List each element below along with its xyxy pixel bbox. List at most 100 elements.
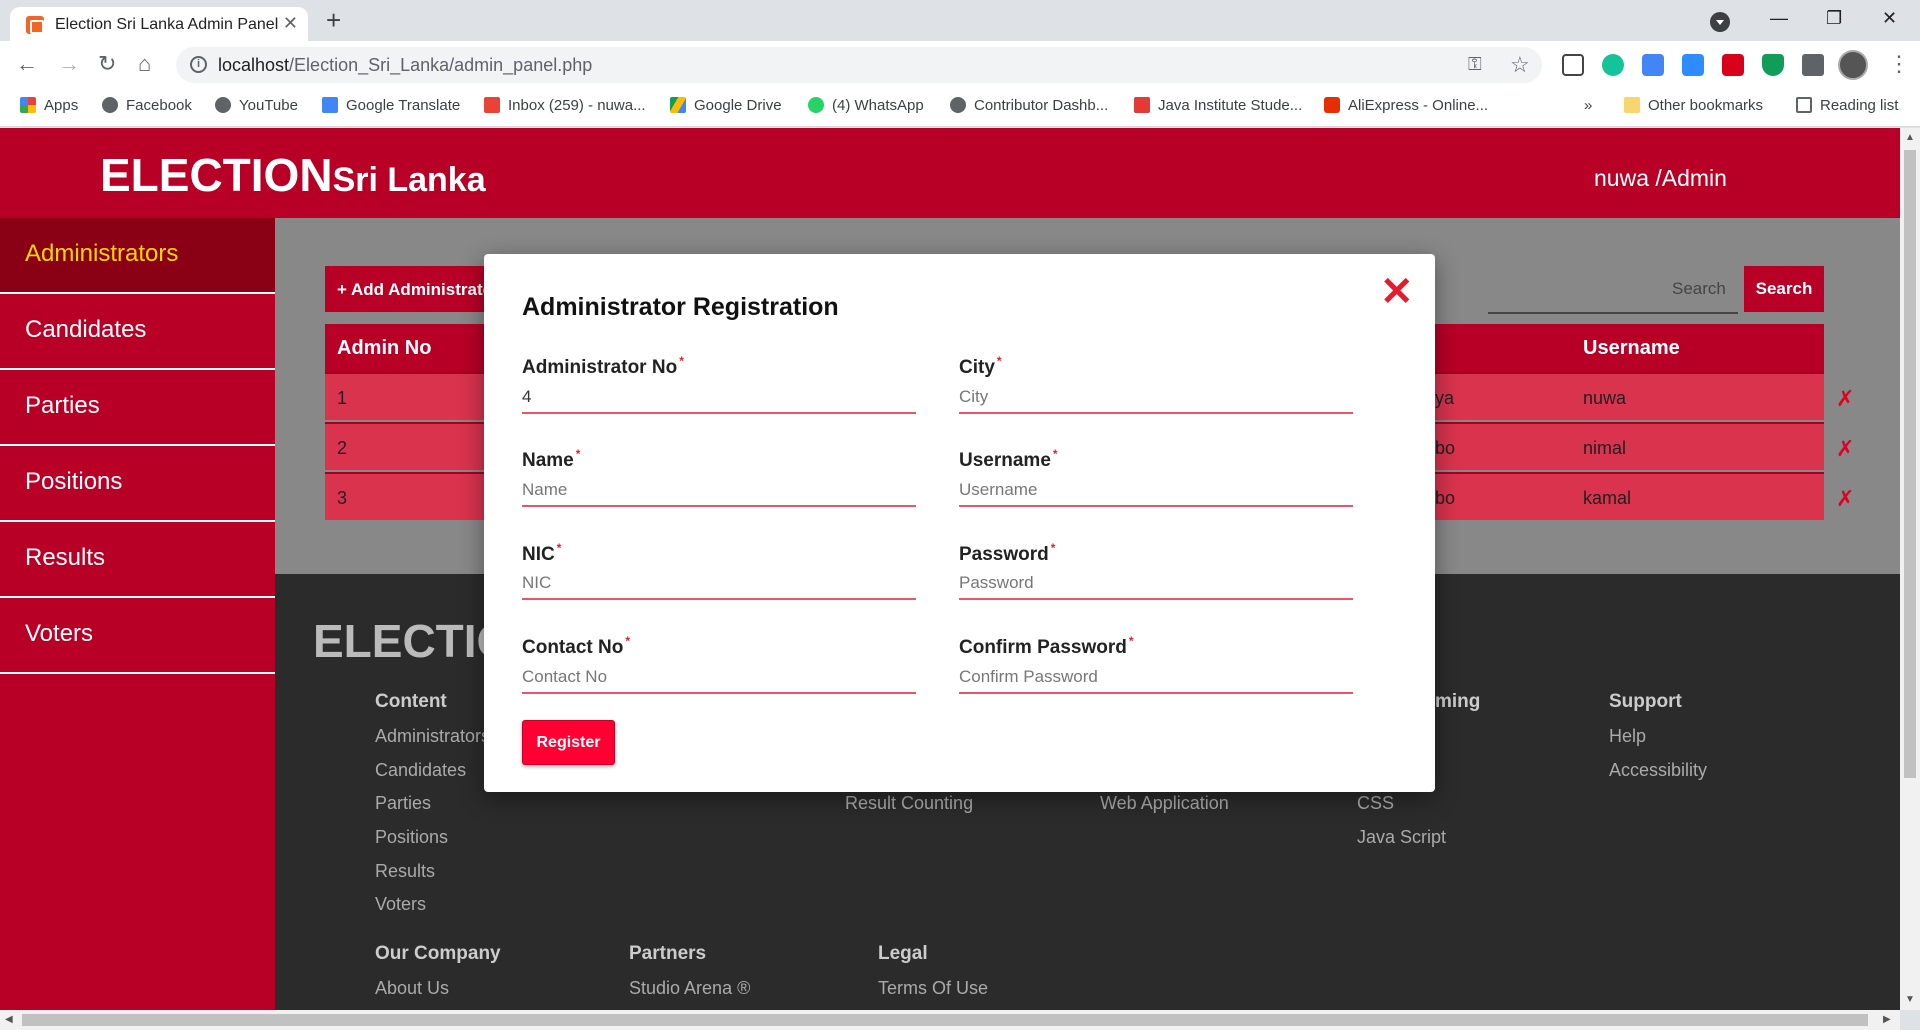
footer-link[interactable]: Studio Arena ® xyxy=(629,978,750,999)
bookmarks-bar: Apps Facebook YouTube Google Translate I… xyxy=(0,89,1920,127)
xampp-favicon-icon xyxy=(26,16,44,34)
drive-icon xyxy=(670,97,686,113)
contact-input[interactable] xyxy=(522,662,916,694)
footer-link[interactable]: Positions xyxy=(375,827,448,848)
bookmark-whatsapp[interactable]: (4) WhatsApp xyxy=(808,97,924,114)
scroll-right-icon[interactable]: ▶ xyxy=(1883,1014,1891,1025)
password-input[interactable] xyxy=(959,568,1353,600)
bookmark-java-institute[interactable]: Java Institute Stude... xyxy=(1134,97,1302,114)
java-icon xyxy=(1134,97,1150,113)
username-input[interactable] xyxy=(959,475,1353,507)
footer-link[interactable]: Candidates xyxy=(375,760,466,781)
label-text: NIC xyxy=(522,544,555,565)
reader-extension-icon[interactable] xyxy=(1562,54,1584,76)
horizontal-scroll-thumb[interactable] xyxy=(22,1014,1868,1026)
tab-search-icon[interactable] xyxy=(1710,12,1730,32)
admin-registration-modal: Administrator Registration ✕ Administrat… xyxy=(484,254,1435,792)
vertical-scroll-thumb[interactable] xyxy=(1904,150,1916,778)
puzzle-extensions-icon[interactable] xyxy=(1802,54,1824,76)
footer-link[interactable]: CSS xyxy=(1357,793,1394,814)
sidebar-item-positions[interactable]: Positions xyxy=(0,446,275,522)
whatsapp-icon xyxy=(808,97,824,113)
back-icon[interactable]: ← xyxy=(16,51,38,77)
sidebar-item-results[interactable]: Results xyxy=(0,522,275,598)
delete-row-icon[interactable]: ✗ xyxy=(1836,386,1854,412)
delete-row-icon[interactable]: ✗ xyxy=(1836,436,1854,462)
name-label: Name * xyxy=(522,447,580,472)
footer-link[interactable]: Terms Of Use xyxy=(878,978,988,999)
footer-link[interactable]: Results xyxy=(375,861,435,882)
required-mark: * xyxy=(575,447,581,461)
translate-extension-icon[interactable] xyxy=(1642,54,1664,76)
bookmark-inbox[interactable]: Inbox (259) - nuwa... xyxy=(484,97,646,114)
city-input[interactable] xyxy=(959,382,1353,414)
menu-kebab-icon[interactable]: ⋮ xyxy=(1888,51,1910,77)
footer-link[interactable]: Accessibility xyxy=(1609,760,1707,781)
new-tab-icon[interactable]: + xyxy=(326,7,341,33)
search-input[interactable] xyxy=(1488,312,1738,314)
bookmark-star-icon[interactable]: ☆ xyxy=(1510,52,1530,78)
sidebar-item-voters[interactable]: Voters xyxy=(0,598,275,674)
reload-icon[interactable]: ↻ xyxy=(98,51,116,77)
confirm-password-input[interactable] xyxy=(959,662,1353,694)
bookmark-aliexpress[interactable]: AliExpress - Online... xyxy=(1324,97,1488,114)
zoom-extension-icon[interactable] xyxy=(1682,54,1704,76)
nic-input[interactable] xyxy=(522,568,916,600)
footer-link[interactable]: Web Application xyxy=(1100,793,1229,814)
vertical-scrollbar[interactable]: ▲ ▼ xyxy=(1900,128,1920,1010)
bookmark-contributor[interactable]: Contributor Dashb... xyxy=(950,97,1108,114)
required-mark: * xyxy=(625,634,630,648)
minimize-icon[interactable]: — xyxy=(1770,8,1788,29)
bookmark-label: Contributor Dashb... xyxy=(974,97,1109,114)
bookmark-google-drive[interactable]: Google Drive xyxy=(670,97,782,114)
search-button[interactable]: Search xyxy=(1744,266,1824,312)
shield-extension-icon[interactable] xyxy=(1762,54,1784,76)
sidebar-item-candidates[interactable]: Candidates xyxy=(0,294,275,370)
forward-icon[interactable]: → xyxy=(58,51,80,77)
restore-icon[interactable]: ❐ xyxy=(1826,8,1842,29)
other-bookmarks[interactable]: Other bookmarks xyxy=(1624,97,1763,114)
address-bar[interactable]: i localhost/Election_Sri_Lanka/admin_pan… xyxy=(176,47,1542,83)
browser-tab[interactable]: Election Sri Lanka Admin Panel ✕ xyxy=(10,7,308,41)
admin-no-input[interactable] xyxy=(522,382,916,414)
bookmark-apps[interactable]: Apps xyxy=(20,97,78,114)
bookmark-google-translate[interactable]: Google Translate xyxy=(322,97,460,114)
bookmark-facebook[interactable]: Facebook xyxy=(102,97,192,114)
label-text: Name xyxy=(522,450,574,471)
sidebar-item-parties[interactable]: Parties xyxy=(0,370,275,446)
grammarly-extension-icon[interactable] xyxy=(1602,54,1624,76)
footer-link[interactable]: Help xyxy=(1609,726,1646,747)
name-input[interactable] xyxy=(522,475,916,507)
tab-close-icon[interactable]: ✕ xyxy=(283,13,298,34)
gmail-icon xyxy=(484,97,500,113)
modal-close-icon[interactable]: ✕ xyxy=(1380,272,1414,312)
site-header: ELECTIONSri Lanka nuwa /Admin xyxy=(0,128,1900,218)
footer-link[interactable]: Result Counting xyxy=(845,793,973,814)
footer-link[interactable]: About Us xyxy=(375,978,449,999)
sidebar-item-administrators[interactable]: Administrators xyxy=(0,218,275,294)
footer-link[interactable]: Administrators xyxy=(375,726,490,747)
footer-link[interactable]: Parties xyxy=(375,793,431,814)
profile-avatar[interactable] xyxy=(1838,50,1868,80)
home-icon[interactable]: ⌂ xyxy=(138,51,151,77)
footer-link[interactable]: Java Script xyxy=(1357,827,1446,848)
footer-partners-heading: Partners xyxy=(629,943,707,964)
horizontal-scrollbar[interactable]: ◀ ▶ xyxy=(0,1010,1900,1030)
scroll-up-icon[interactable]: ▲ xyxy=(1905,132,1915,143)
footer-link[interactable]: Voters xyxy=(375,894,426,915)
reading-list[interactable]: Reading list xyxy=(1796,97,1898,114)
scroll-left-icon[interactable]: ◀ xyxy=(5,1014,13,1025)
bookmark-label: Google Drive xyxy=(694,97,782,114)
bookmark-youtube[interactable]: YouTube xyxy=(215,97,298,114)
register-button[interactable]: Register xyxy=(522,720,615,765)
bookmark-label: AliExpress - Online... xyxy=(1348,97,1489,114)
key-icon[interactable]: ⚿ xyxy=(1468,54,1482,75)
window-close-icon[interactable]: ✕ xyxy=(1882,8,1897,29)
nic-label: NIC * xyxy=(522,541,561,566)
delete-row-icon[interactable]: ✗ xyxy=(1836,486,1854,512)
pdf-extension-icon[interactable] xyxy=(1722,54,1744,76)
add-administrator-button[interactable]: + Add Administrator xyxy=(325,266,495,312)
scroll-down-icon[interactable]: ▼ xyxy=(1905,994,1915,1005)
site-info-icon[interactable]: i xyxy=(190,56,207,73)
bookmarks-overflow-icon[interactable]: » xyxy=(1584,97,1592,114)
